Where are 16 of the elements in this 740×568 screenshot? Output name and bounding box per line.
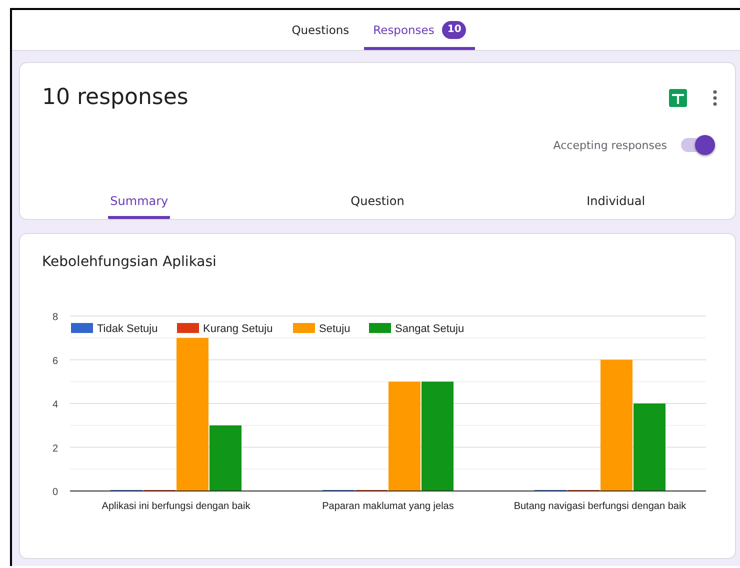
accepting-responses-label: Accepting responses [553,138,667,152]
y-axis-label: 2 [52,443,58,454]
y-axis-label: 8 [52,312,58,323]
y-axis-label: 0 [52,487,58,498]
count-badge: 10 [442,21,466,39]
question-title: Kebolehfungsian Aplikasi [42,254,218,270]
legend-label: Setuju [319,323,350,335]
x-axis-label: Aplikasi ini berfungsi dengan baik [102,501,250,512]
legend-label: Tidak Setuju [97,323,158,335]
legend-label: Kurang Setuju [203,323,273,335]
legend-label: Sangat Setuju [395,323,464,335]
y-axis-label: 4 [52,400,58,410]
y-axis-label: 6 [52,356,58,367]
responses-title: 10 responses [42,85,188,110]
x-axis-label: Butang navigasi berfungsi dengan baik [514,501,686,512]
x-axis-label: Paparan maklumat yang jelas [322,501,454,512]
